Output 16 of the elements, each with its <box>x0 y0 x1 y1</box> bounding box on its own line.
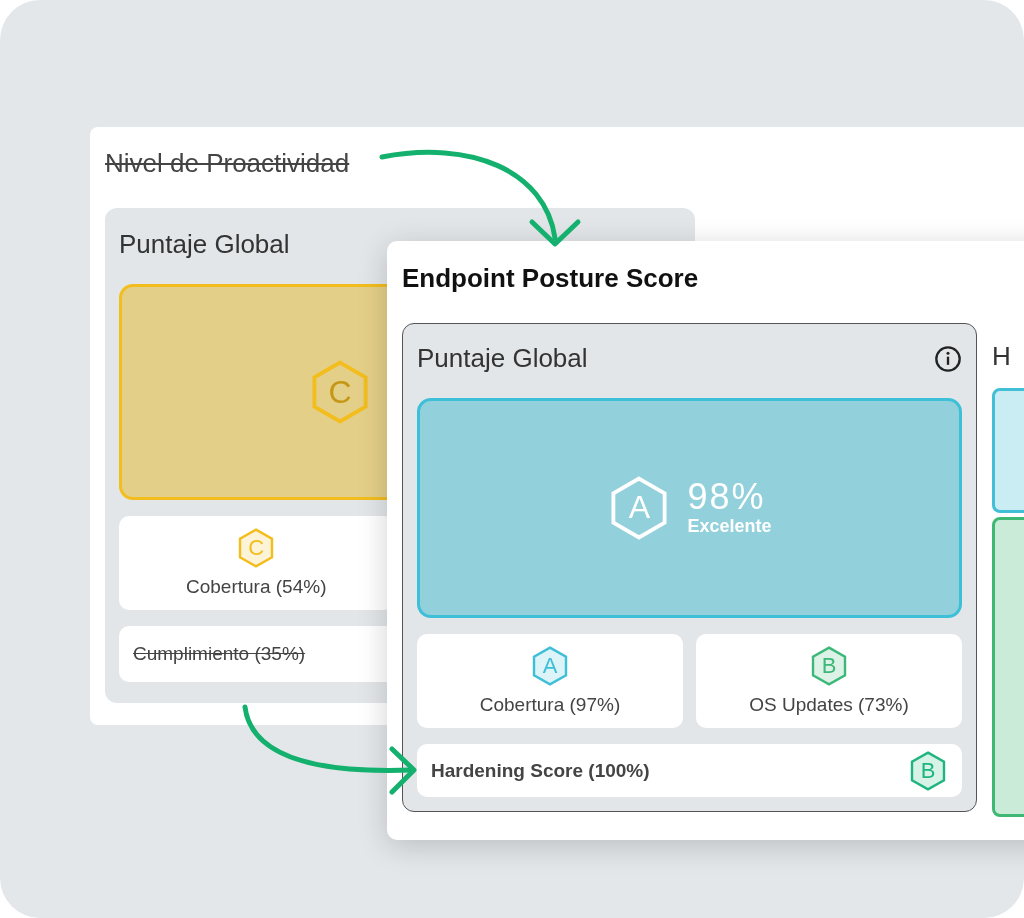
panel-title: Puntaje Global <box>119 228 290 260</box>
score-value: 98% <box>687 478 767 517</box>
metric-label: Cobertura (54%) <box>186 576 327 598</box>
card-title: Endpoint Posture Score <box>402 262 699 295</box>
grade-badge: B <box>809 646 849 687</box>
grade-badge: A <box>530 646 570 687</box>
score-rating: Excelente <box>687 516 772 538</box>
panel-title: Puntaje Global <box>417 343 588 375</box>
grade-badge: B <box>908 750 948 791</box>
section-title: H <box>992 341 1012 372</box>
metric-label: Hardening Score (100%) <box>431 759 650 782</box>
metric-label: OS Updates (73%) <box>749 694 909 717</box>
info-icon[interactable] <box>934 344 962 373</box>
metric-label: Cobertura (97%) <box>479 694 621 717</box>
metric-label: Cumplimiento (35%) <box>133 643 306 665</box>
card-title: Nivel de Proactividad <box>105 147 350 180</box>
